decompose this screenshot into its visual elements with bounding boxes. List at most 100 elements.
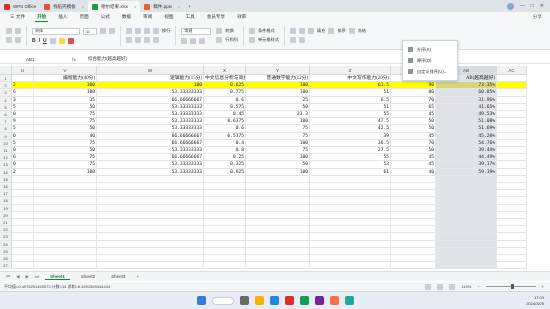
filter-icon[interactable] <box>298 28 305 34</box>
close-icon[interactable]: ✕ <box>540 3 544 9</box>
menu-item[interactable]: 开始 <box>31 14 52 22</box>
grid-cell[interactable] <box>497 190 527 198</box>
menu-item[interactable]: 效率 <box>231 14 252 20</box>
freeze-icon[interactable] <box>348 28 355 34</box>
grid-cell[interactable]: 39.17% <box>436 161 497 169</box>
grid-cell[interactable] <box>436 247 497 255</box>
grid-cell[interactable]: 47.5 <box>310 118 391 126</box>
grid-cell[interactable]: 80 <box>391 89 436 97</box>
grid-cell[interactable]: 66.66666667 <box>97 96 204 104</box>
grid-cell[interactable] <box>497 132 527 140</box>
grid-cell[interactable]: 100 <box>246 154 310 162</box>
row-header[interactable]: 23 <box>0 233 12 241</box>
font-color-icon[interactable] <box>67 37 74 44</box>
grid-cell[interactable]: 51.69% <box>436 125 497 133</box>
grid-cell[interactable]: 36.5 <box>310 139 391 147</box>
grid-cell[interactable]: 6.5 <box>310 96 391 104</box>
row-header[interactable]: 5 <box>0 103 12 111</box>
grid-cell[interactable]: 53.33333333 <box>97 161 204 169</box>
grid-cell[interactable] <box>391 226 436 234</box>
taskbar-search[interactable] <box>211 296 234 305</box>
grid-cell[interactable] <box>497 161 527 169</box>
share-button[interactable]: 分享 <box>533 14 542 20</box>
grid-cell[interactable] <box>436 240 497 248</box>
grid-cell[interactable] <box>34 197 97 205</box>
column-header[interactable]: U <box>12 66 34 75</box>
grid-cell[interactable]: 45 <box>391 154 436 162</box>
zoom-level[interactable]: 115% <box>461 284 471 289</box>
grid-cell[interactable] <box>12 197 34 205</box>
grid-cell[interactable] <box>497 226 527 234</box>
sheet-tab[interactable]: Sheet3 <box>106 274 130 279</box>
grid-cell[interactable] <box>97 204 204 212</box>
grid-cell[interactable]: 0.25 <box>204 154 246 162</box>
row-header[interactable]: 6 <box>0 111 12 119</box>
align-bottom-icon[interactable] <box>144 28 150 34</box>
grid-cell[interactable]: 41.65% <box>436 103 497 111</box>
new-tab-icon[interactable]: + <box>184 1 195 12</box>
column-header[interactable]: AC <box>497 66 527 75</box>
zoom-slider[interactable] <box>485 284 536 289</box>
row-header[interactable]: 11 <box>0 147 12 155</box>
grid-cell[interactable] <box>204 175 246 183</box>
grid-cell[interactable] <box>436 219 497 227</box>
grid-cell[interactable] <box>12 219 34 227</box>
grid-cell[interactable]: 100 <box>246 82 310 90</box>
grid-cell[interactable]: 75 <box>34 139 97 147</box>
grid-cell[interactable] <box>436 226 497 234</box>
increase-font-icon[interactable] <box>100 28 106 34</box>
close-tab-icon[interactable]: × <box>134 4 136 9</box>
app-icon[interactable] <box>314 296 324 305</box>
grid-cell[interactable] <box>204 262 246 270</box>
grid-cell[interactable] <box>246 211 310 219</box>
grid-cell[interactable]: 75 <box>34 118 97 126</box>
grid-cell[interactable] <box>204 211 246 219</box>
grid-cell[interactable] <box>497 219 527 227</box>
grid-cell[interactable]: 49.53% <box>436 111 497 119</box>
grid-cell[interactable] <box>34 175 97 183</box>
grid-cell[interactable] <box>97 190 204 198</box>
row-header[interactable]: 1 <box>0 75 12 83</box>
row-header[interactable]: 18 <box>0 197 12 205</box>
cut-icon[interactable] <box>15 28 21 34</box>
grid-cell[interactable] <box>204 240 246 248</box>
grid-cell[interactable] <box>310 247 391 255</box>
grid-cell[interactable] <box>391 197 436 205</box>
close-tab-icon[interactable]: × <box>82 4 84 9</box>
menu-item[interactable]: 审阅 <box>137 14 158 20</box>
grid-cell[interactable] <box>97 233 204 241</box>
grid-cell[interactable] <box>97 211 204 219</box>
wrap-icon[interactable] <box>153 28 159 34</box>
grid-cell[interactable]: 27.5 <box>310 147 391 155</box>
browser-icon[interactable] <box>269 296 279 305</box>
sheet-tab[interactable]: Sheet2 <box>76 274 100 279</box>
grid-cell[interactable]: 40 <box>391 168 436 176</box>
column-header[interactable]: Z <box>310 66 391 75</box>
grid-cell[interactable] <box>204 183 246 191</box>
wrap-label[interactable]: 换行 <box>162 28 170 34</box>
grid-cell[interactable] <box>246 240 310 248</box>
find-icon[interactable] <box>289 37 296 43</box>
row-header[interactable]: 12 <box>0 154 12 162</box>
grid-cell[interactable]: 3 <box>12 96 34 104</box>
grid-cell[interactable]: 90 <box>391 82 436 90</box>
currency-icon[interactable] <box>181 37 188 44</box>
grid-cell[interactable] <box>497 89 527 97</box>
row-header[interactable]: 15 <box>0 175 12 183</box>
grid-cell[interactable]: 50 <box>391 125 436 133</box>
window-tab[interactable]: WPS Office <box>0 1 40 12</box>
grid-cell[interactable] <box>391 190 436 198</box>
rows-cols-label[interactable]: 行和列 <box>225 37 238 43</box>
grid-cell[interactable] <box>310 190 391 198</box>
formula-input[interactable]: 综合能力(越高越好) <box>88 56 127 62</box>
grid-cell[interactable]: 55 <box>310 154 391 162</box>
grid-cell[interactable] <box>12 190 34 198</box>
grid-cell[interactable] <box>246 226 310 234</box>
row-header[interactable]: 19 <box>0 204 12 212</box>
convert-icon[interactable] <box>216 28 223 34</box>
grid-cell[interactable] <box>436 262 497 270</box>
paste-icon[interactable] <box>6 28 12 34</box>
grid-cell[interactable]: 45 <box>391 132 436 140</box>
grid-cell[interactable] <box>12 183 34 191</box>
grid-cell[interactable] <box>391 211 436 219</box>
